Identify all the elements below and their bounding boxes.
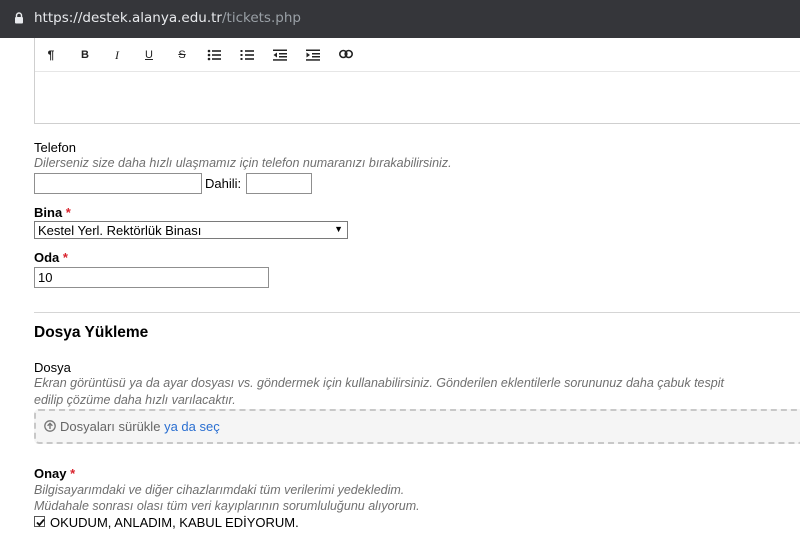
consent-hint-line2: Müdahale sonrası olası tüm veri kayıplar… — [34, 499, 420, 513]
paragraph-icon[interactable]: ¶ — [40, 46, 62, 64]
section-divider — [34, 312, 800, 313]
ordered-list-icon[interactable] — [236, 46, 258, 64]
phone-label: Telefon — [34, 140, 76, 155]
url-host: https://destek.alanya.edu.tr — [34, 10, 222, 26]
editor-toolbar: ¶ B I U S — [35, 38, 800, 72]
rich-text-editor[interactable]: ¶ B I U S — [34, 38, 800, 124]
file-dropzone[interactable]: Dosyaları sürükle ya da seç — [34, 409, 800, 444]
underline-icon[interactable]: U — [138, 46, 160, 64]
indent-icon[interactable] — [302, 46, 324, 64]
editor-content-area[interactable] — [35, 72, 800, 123]
building-label: Bina * — [34, 205, 71, 220]
link-icon[interactable] — [335, 46, 357, 64]
consent-hint-line1: Bilgisayarımdaki ve diğer cihazlarımdaki… — [34, 483, 405, 497]
browser-address-bar[interactable]: https://destek.alanya.edu.tr/tickets.php — [0, 0, 800, 38]
checkmark-icon — [36, 519, 45, 527]
strikethrough-icon[interactable]: S — [171, 46, 193, 64]
upload-icon — [44, 420, 56, 432]
dropdown-arrow-icon: ▼ — [334, 224, 343, 234]
extension-input[interactable] — [246, 173, 312, 194]
building-select[interactable]: Kestel Yerl. Rektörlük Binası ▼ — [34, 221, 348, 239]
file-label: Dosya — [34, 360, 71, 375]
bold-icon[interactable]: B — [74, 46, 96, 64]
phone-input[interactable] — [34, 173, 202, 194]
dropzone-text: Dosyaları sürükle ya da seç — [60, 419, 220, 434]
consent-checkbox[interactable] — [34, 516, 45, 527]
file-hint-line2: edilip çözüme daha hızlı varılacaktır. — [34, 393, 236, 407]
phone-hint: Dilerseniz size daha hızlı ulaşmamız içi… — [34, 156, 452, 170]
choose-file-link[interactable]: ya da seç — [164, 419, 220, 434]
upload-section-title: Dosya Yükleme — [34, 324, 149, 341]
required-marker: * — [62, 250, 68, 265]
required-marker: * — [65, 205, 71, 220]
lock-icon — [15, 12, 23, 24]
url-text[interactable]: https://destek.alanya.edu.tr/tickets.php — [34, 10, 301, 26]
room-input[interactable] — [34, 267, 269, 288]
url-path: /tickets.php — [221, 10, 301, 26]
file-hint-line1: Ekran görüntüsü ya da ayar dosyası vs. g… — [34, 376, 724, 390]
consent-checkbox-label[interactable]: OKUDUM, ANLADIM, KABUL EDİYORUM. — [50, 515, 299, 530]
building-selected-value: Kestel Yerl. Rektörlük Binası — [38, 223, 202, 238]
unordered-list-icon[interactable] — [203, 46, 225, 64]
outdent-icon[interactable] — [269, 46, 291, 64]
consent-label: Onay * — [34, 466, 76, 481]
italic-icon[interactable]: I — [106, 46, 128, 64]
room-label: Oda * — [34, 250, 68, 265]
required-marker: * — [70, 466, 76, 481]
extension-label: Dahili: — [205, 176, 242, 191]
